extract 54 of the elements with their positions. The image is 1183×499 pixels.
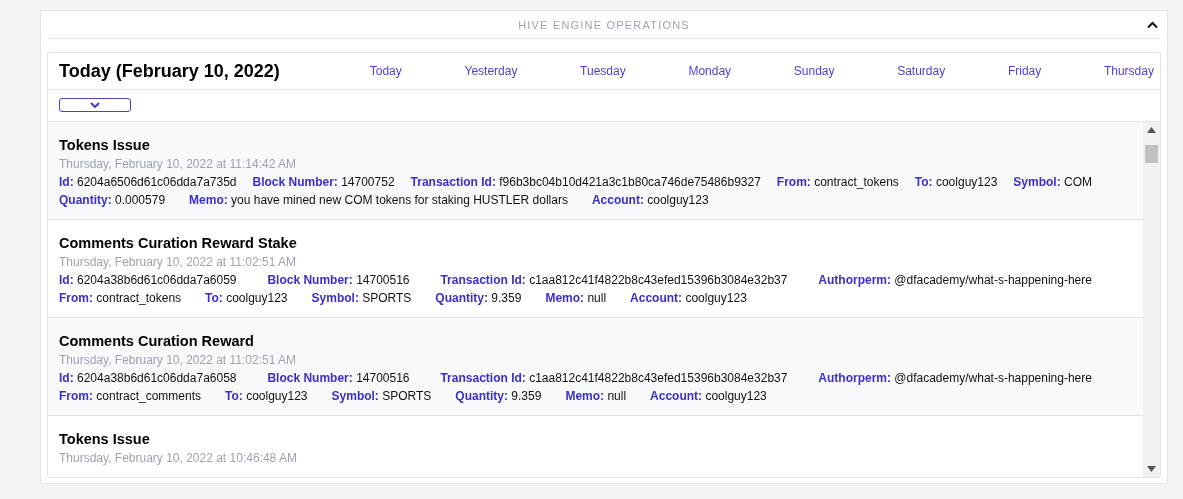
detail-field: Memo: null — [545, 289, 607, 307]
day-tab[interactable]: Tuesday — [580, 64, 626, 78]
operation-time: Thursday, February 10, 2022 at 11:02:51 AM — [59, 254, 297, 271]
day-tab[interactable]: Monday — [688, 64, 732, 78]
detail-field: Transaction Id: c1aa812c41f4822b8c43efed15396b3084e32b37 — [440, 271, 788, 289]
day-tab[interactable]: Today — [369, 64, 402, 78]
operation-time: Thursday, February 10, 2022 at 11:02:51 AM — [59, 352, 297, 369]
expand-button[interactable] — [59, 98, 131, 112]
detail-field: From: contract_comments — [59, 387, 202, 405]
detail-field: Id: 6204a38b6d61c06dda7a6059 — [59, 271, 237, 289]
detail-field: Id: 6204a6506d61c06dda7a735d — [59, 173, 237, 191]
detail-field: Quantity: 9.359 — [435, 289, 522, 307]
day-tab[interactable]: Yesterday — [464, 64, 518, 78]
detail-field: Account: coolguy123 — [650, 387, 767, 405]
scrollbar[interactable] — [1143, 122, 1160, 477]
chevron-down-icon — [90, 102, 100, 108]
detail-field: To: coolguy123 — [225, 387, 308, 405]
scrollbar-thumb[interactable] — [1145, 145, 1158, 163]
operation-title: Comments Curation Reward — [59, 332, 254, 350]
detail-field: Symbol: SPORTS — [311, 289, 412, 307]
day-tab[interactable]: Saturday — [897, 64, 946, 78]
operation-title: Comments Curation Reward Stake — [59, 234, 297, 252]
detail-field: Memo: null — [565, 387, 627, 405]
operation-time: Thursday, February 10, 2022 at 10:46:48 AM — [59, 450, 297, 467]
detail-field: Account: coolguy123 — [630, 289, 747, 307]
panel-title: HIVE ENGINE OPERATIONS — [518, 18, 690, 31]
detail-field: From: contract_tokens — [59, 289, 182, 307]
day-tab[interactable]: Thursday — [1103, 64, 1154, 78]
operation-time: Thursday, February 10, 2022 at 11:14:42 AM — [59, 156, 297, 173]
day-tab[interactable]: Sunday — [793, 64, 835, 78]
detail-field: Quantity: 9.359 — [455, 387, 542, 405]
detail-field: Authorperm: @dfacademy/what-s-happening-here — [818, 271, 1092, 289]
detail-field: Account: coolguy123 — [591, 191, 709, 209]
detail-field: Quantity: 0.000579 — [59, 191, 166, 209]
operation-title: Tokens Issue — [59, 430, 150, 448]
detail-field: Transaction Id: c1aa812c41f4822b8c43efed15396b3084e32b37 — [440, 369, 788, 387]
day-tab[interactable]: Friday — [1007, 64, 1042, 78]
detail-field: Transaction Id: f96b3bc04b10d421a3c1b80ca746de75486b9327 — [410, 173, 761, 191]
detail-field: To: coolguy123 — [205, 289, 288, 307]
chevron-up-icon[interactable] — [1147, 21, 1158, 29]
detail-field: Block Number: 14700516 — [267, 271, 410, 289]
detail-field: Memo: you have mined new COM tokens for staking HUSTLER dollars — [189, 191, 568, 209]
detail-field: From: contract_tokens — [776, 173, 899, 191]
operation-title: Tokens Issue — [59, 136, 150, 154]
detail-field: Symbol: SPORTS — [331, 387, 432, 405]
detail-field: Block Number: 14700516 — [267, 369, 410, 387]
detail-field: Symbol: COM — [1013, 173, 1092, 191]
scroll-down-icon[interactable] — [1147, 466, 1156, 472]
detail-field: Id: 6204a38b6d61c06dda7a6058 — [59, 369, 237, 387]
detail-field: Block Number: 14700752 — [252, 173, 395, 191]
detail-field: To: coolguy123 — [914, 173, 998, 191]
scroll-up-icon[interactable] — [1147, 127, 1156, 133]
detail-field: Authorperm: @dfacademy/what-s-happening-here — [818, 369, 1092, 387]
day-heading: Today (February 10, 2022) — [59, 60, 280, 82]
